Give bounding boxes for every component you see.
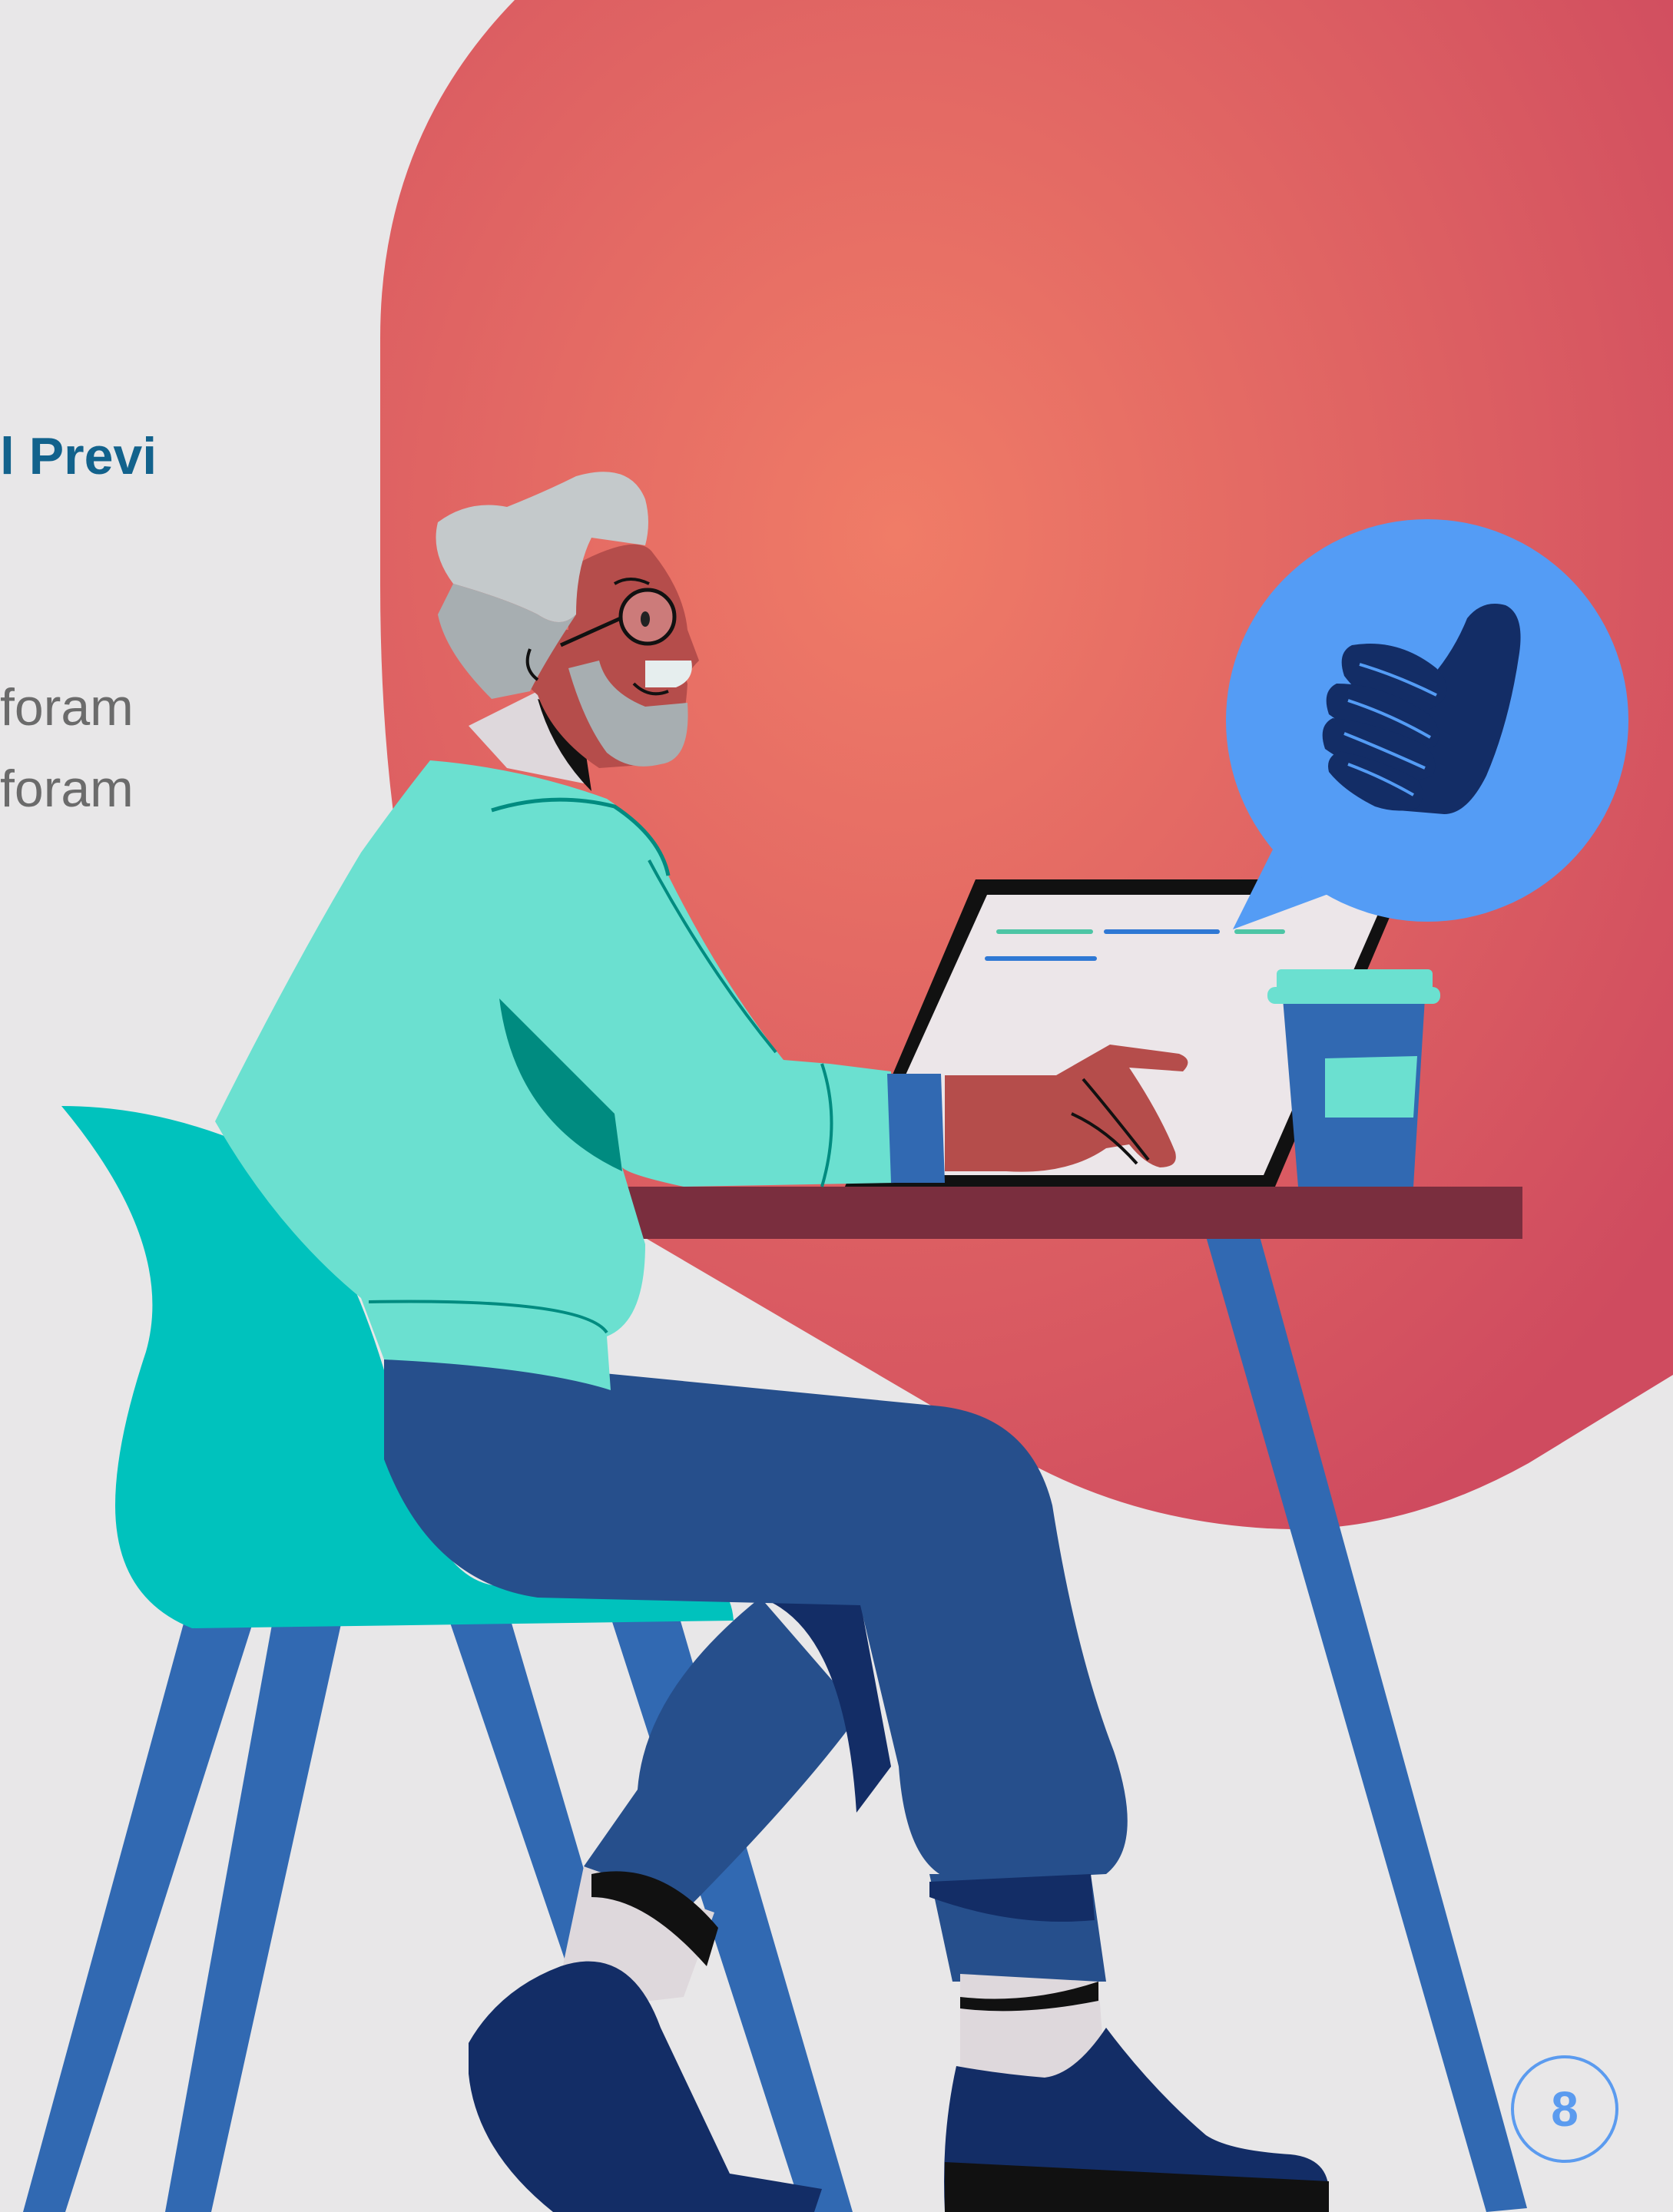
body-text-line-2: foram — [0, 760, 134, 818]
section-heading-fragment: l Previ — [0, 427, 157, 485]
body-text-line-1: foram — [0, 678, 134, 737]
table-top — [607, 1187, 1522, 1239]
page-number-badge: 8 — [1511, 2055, 1618, 2163]
hero-illustration — [23, 0, 1673, 2212]
back-leg — [469, 1598, 891, 2212]
